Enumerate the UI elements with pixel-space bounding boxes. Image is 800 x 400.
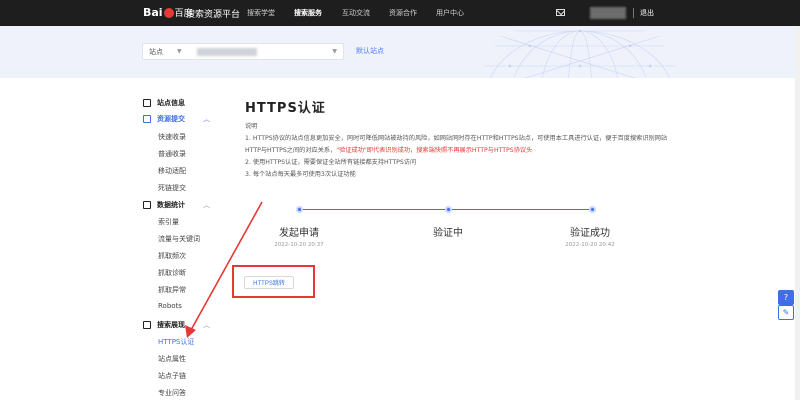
sidebar-item-mobile-adapt[interactable]: 移动适配	[158, 166, 186, 176]
step-time-success: 2022-10-20 20:42	[565, 242, 615, 248]
mail-icon[interactable]	[556, 9, 565, 16]
username-redacted[interactable]	[590, 7, 626, 19]
note-highlight: "验证成功"即代表识别成功，搜索端快照不再展示HTTP与HTTPS协议头	[336, 147, 533, 154]
default-site-link[interactable]: 默认站点	[356, 46, 384, 56]
chevron-up-icon[interactable]: ︿	[203, 114, 210, 124]
step-dot-2	[445, 206, 452, 213]
nav-item-interaction[interactable]: 互动交流	[342, 8, 370, 18]
sidebar-item-professional-qa[interactable]: 专业问答	[158, 388, 186, 398]
nav-divider	[633, 8, 634, 18]
nav-item-search-service[interactable]: 搜索服务	[294, 8, 322, 18]
sidebar-item-normal-index[interactable]: 普通收录	[158, 149, 186, 159]
feedback-float-button[interactable]: ✎	[778, 305, 794, 320]
site-selector[interactable]: 站点 ▼ ▼	[142, 43, 344, 60]
question-icon: ?	[783, 293, 789, 302]
sidebar-item-crawl-errors[interactable]: 抓取异常	[158, 285, 186, 295]
edit-icon: ✎	[782, 308, 790, 317]
nav-item-academy[interactable]: 搜索学堂	[247, 8, 275, 18]
sidebar-item-index-volume[interactable]: 索引量	[158, 217, 179, 227]
chevron-up-icon[interactable]: ︿	[203, 200, 210, 210]
sidebar-item-traffic-keywords[interactable]: 流量与关键词	[158, 234, 200, 244]
site-type-label: 站点	[149, 48, 163, 56]
sidebar-group-statistics[interactable]: 数据统计	[143, 200, 185, 210]
step-dot-1	[296, 206, 303, 213]
upload-icon	[143, 115, 151, 123]
note-title: 说明	[245, 123, 258, 130]
page-title: HTTPS认证	[245, 101, 326, 116]
chevron-up-icon[interactable]: ︿	[203, 320, 210, 330]
chevron-down-icon: ▼	[332, 48, 337, 55]
help-float-button[interactable]: ?	[778, 290, 794, 305]
info-icon	[143, 99, 151, 107]
note-line-1: 1. HTTPS协议的站点信息更加安全，同时可降低网站被劫持的风险，如网站同时存…	[245, 135, 668, 142]
paw-icon	[163, 7, 174, 18]
globe-decoration	[485, 29, 675, 78]
nav-item-cooperation[interactable]: 资源合作	[389, 8, 417, 18]
note-line-2: 2. 使用HTTPS认证，需要保证全站所有链接都支持HTTPS访问	[245, 159, 417, 166]
sidebar-item-fast-index[interactable]: 快速收录	[158, 132, 186, 142]
sidebar-group-site-info[interactable]: 站点信息	[143, 98, 185, 108]
step-label-success: 验证成功	[570, 228, 610, 239]
step-dot-3	[589, 206, 596, 213]
sidebar-item-dead-link[interactable]: 死链提交	[158, 183, 186, 193]
site-banner: 站点 ▼ ▼ 默认站点	[0, 26, 800, 78]
step-time-submit: 2022-10-20 20:37	[274, 242, 324, 248]
sidebar-group-search-display[interactable]: 搜索展现	[143, 320, 185, 330]
nav-item-user-center[interactable]: 用户中心	[436, 8, 464, 18]
sidebar-item-https-auth[interactable]: HTTPS认证	[158, 337, 194, 347]
sidebar-item-site-sublinks[interactable]: 站点子链	[158, 371, 186, 381]
note-line-1b: HTTP与HTTPS之间的对应关系，"验证成功"即代表识别成功，搜索端快照不再展…	[245, 147, 533, 154]
https-redirect-button[interactable]: HTTPS跳转	[244, 276, 294, 289]
step-label-submit: 发起申请	[279, 228, 319, 239]
sidebar-group-resource-submit[interactable]: 资源提交	[143, 114, 185, 124]
note-line-3: 3. 每个站点每天最多可使用3次认证功能	[245, 171, 356, 178]
sidebar-item-site-attributes[interactable]: 站点属性	[158, 354, 186, 364]
scrollbar[interactable]	[795, 26, 800, 400]
chart-icon	[143, 201, 151, 209]
step-label-verifying: 验证中	[433, 228, 463, 239]
platform-title[interactable]: 搜索资源平台	[186, 7, 240, 20]
site-url-redacted	[197, 48, 257, 56]
sidebar-item-crawl-diagnosis[interactable]: 抓取诊断	[158, 268, 186, 278]
top-nav: Bai 百度 搜索资源平台 搜索学堂 搜索服务 互动交流 资源合作 用户中心 退…	[0, 0, 800, 26]
chevron-down-icon: ▼	[177, 48, 182, 55]
display-icon	[143, 321, 151, 329]
sidebar-item-robots[interactable]: Robots	[158, 302, 182, 310]
logout-link[interactable]: 退出	[640, 8, 654, 18]
sidebar-item-crawl-frequency[interactable]: 抓取频次	[158, 251, 186, 261]
